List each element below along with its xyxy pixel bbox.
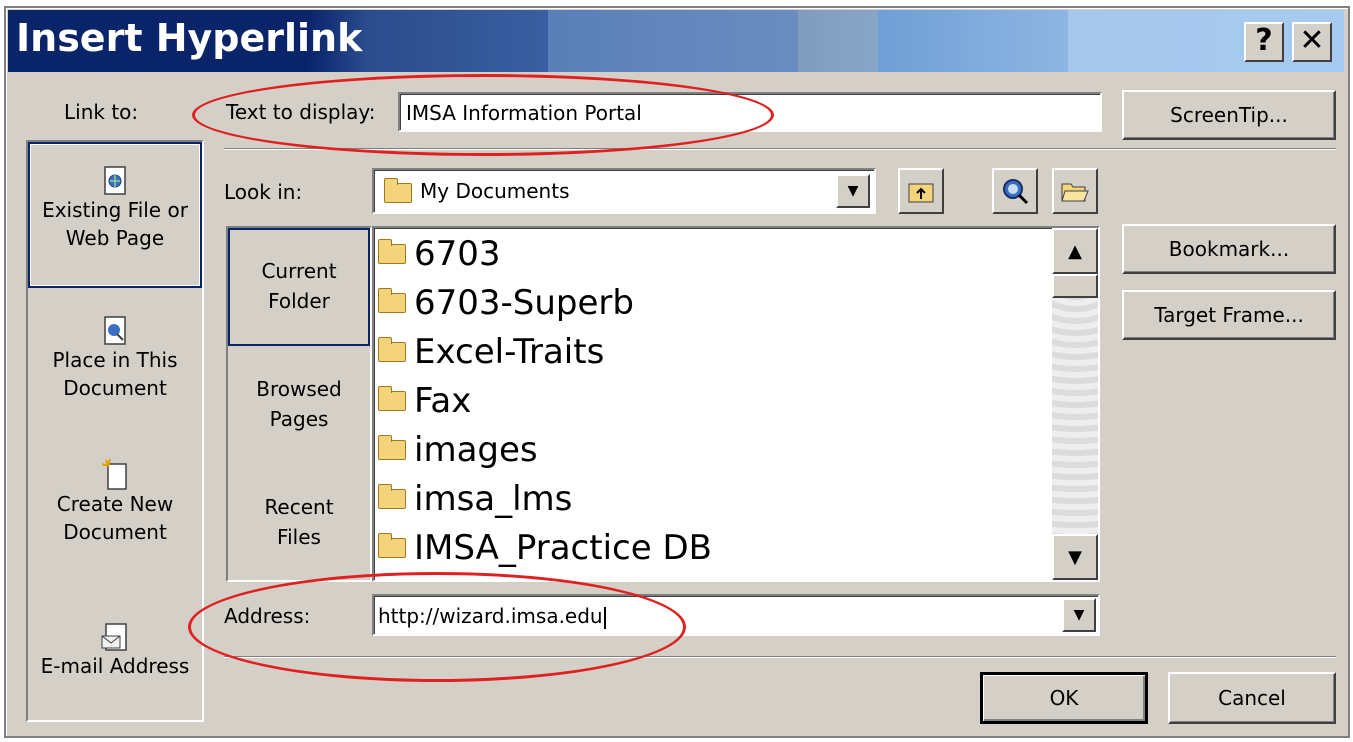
close-button[interactable]: ✕: [1292, 22, 1332, 62]
look-in-label: Look in:: [224, 180, 303, 204]
folder-icon: [384, 178, 412, 203]
link-email-address[interactable]: E-mail Address: [28, 612, 202, 692]
cancel-button[interactable]: Cancel: [1168, 672, 1336, 724]
scroll-down-button[interactable]: ▼: [1052, 534, 1098, 580]
window-title: Insert Hyperlink: [16, 16, 363, 60]
list-item[interactable]: 6703-Superb: [378, 279, 634, 327]
list-item[interactable]: Fax: [378, 377, 471, 425]
list-item[interactable]: images: [378, 426, 538, 474]
link-email-line1: E-mail Address: [40, 654, 190, 678]
file-name: 6703: [414, 234, 501, 274]
nav-browsed-pages[interactable]: Browsed Pages: [228, 374, 370, 444]
folder-icon: [378, 484, 406, 509]
nav-recent-line2: Files: [277, 525, 321, 549]
web-page-icon: [104, 166, 126, 195]
nav-recent-line1: Recent: [264, 495, 334, 519]
new-document-icon: [101, 458, 127, 490]
target-frame-button[interactable]: Target Frame...: [1122, 290, 1336, 340]
list-item[interactable]: IMSA_Practice DB: [378, 524, 712, 572]
folder-icon: [378, 288, 406, 313]
browse-web-button[interactable]: [992, 168, 1038, 214]
file-list[interactable]: 6703 6703-Superb Excel-Traits Fax images…: [372, 226, 1100, 582]
link-create-line1: Create New: [56, 492, 174, 516]
file-name: images: [414, 430, 538, 470]
list-item[interactable]: imsa_lms: [378, 475, 572, 523]
file-name: IMSA_Practice DB: [414, 528, 712, 568]
open-folder-icon: [1061, 183, 1089, 202]
look-in-dropdown[interactable]: My Documents ▼: [372, 168, 876, 214]
text-to-display-value: IMSA Information Portal: [406, 101, 642, 125]
separator-bottom: [224, 656, 1336, 658]
folder-icon: [378, 239, 406, 264]
address-dropdown-arrow[interactable]: ▼: [1062, 598, 1096, 632]
link-to-bar: Existing File or Web Page Place in This …: [26, 140, 204, 722]
file-name: 6703-Superb: [414, 283, 634, 323]
scroll-up-button[interactable]: ▲: [1052, 228, 1098, 274]
link-place-line2: Document: [63, 376, 167, 400]
text-cursor: [603, 606, 606, 629]
folder-icon: [378, 435, 406, 460]
link-existing-file[interactable]: Existing File or Web Page: [28, 142, 202, 288]
folder-icon: [378, 386, 406, 411]
email-icon: [101, 623, 127, 651]
link-to-label: Link to:: [64, 100, 139, 124]
link-existing-file-line1: Existing File or: [42, 198, 188, 222]
title-bar[interactable]: Insert Hyperlink ? ✕: [8, 10, 1344, 72]
text-to-display-label: Text to display:: [226, 100, 376, 124]
nav-browsed-line1: Browsed: [256, 377, 342, 401]
nav-recent-files[interactable]: Recent Files: [228, 492, 370, 562]
separator: [224, 148, 1336, 150]
scroll-thumb[interactable]: [1052, 274, 1098, 298]
file-list-scrollbar[interactable]: ▲ ▼: [1052, 228, 1098, 580]
address-value: http://wizard.imsa.edu: [378, 604, 603, 628]
screentip-button[interactable]: ScreenTip...: [1122, 90, 1336, 140]
nav-current-line2: Folder: [268, 289, 330, 313]
link-create-line2: Document: [63, 520, 167, 544]
browse-file-button[interactable]: [1052, 168, 1098, 214]
browse-web-icon: [1003, 179, 1029, 205]
text-to-display-field[interactable]: IMSA Information Portal: [398, 92, 1102, 132]
file-name: Excel-Traits: [414, 332, 605, 372]
folder-icon: [378, 533, 406, 558]
list-item[interactable]: Excel-Traits: [378, 328, 604, 376]
file-name: Fax: [414, 381, 472, 421]
places-pane: Current Folder Browsed Pages Recent File…: [226, 226, 372, 582]
file-name: imsa_lms: [414, 479, 573, 519]
link-existing-file-line2: Web Page: [65, 226, 165, 250]
place-in-document-icon: [104, 316, 126, 345]
address-label: Address:: [224, 604, 311, 628]
up-folder-icon: [908, 183, 934, 203]
link-place-in-document[interactable]: Place in This Document: [28, 312, 202, 422]
ok-button[interactable]: OK: [980, 672, 1148, 724]
nav-browsed-line2: Pages: [269, 407, 329, 431]
address-field[interactable]: http://wizard.imsa.edu ▼: [372, 594, 1100, 636]
help-button[interactable]: ?: [1244, 22, 1284, 62]
look-in-value: My Documents: [420, 179, 570, 203]
up-one-folder-button[interactable]: [898, 168, 944, 214]
nav-current-line1: Current: [261, 259, 337, 283]
bookmark-button[interactable]: Bookmark...: [1122, 224, 1336, 274]
nav-current-folder[interactable]: Current Folder: [228, 228, 370, 346]
list-item[interactable]: 6703: [378, 230, 501, 278]
link-create-new-document[interactable]: Create New Document: [28, 454, 202, 564]
link-place-line1: Place in This: [52, 348, 178, 372]
look-in-dropdown-arrow[interactable]: ▼: [836, 174, 870, 208]
folder-icon: [378, 337, 406, 362]
